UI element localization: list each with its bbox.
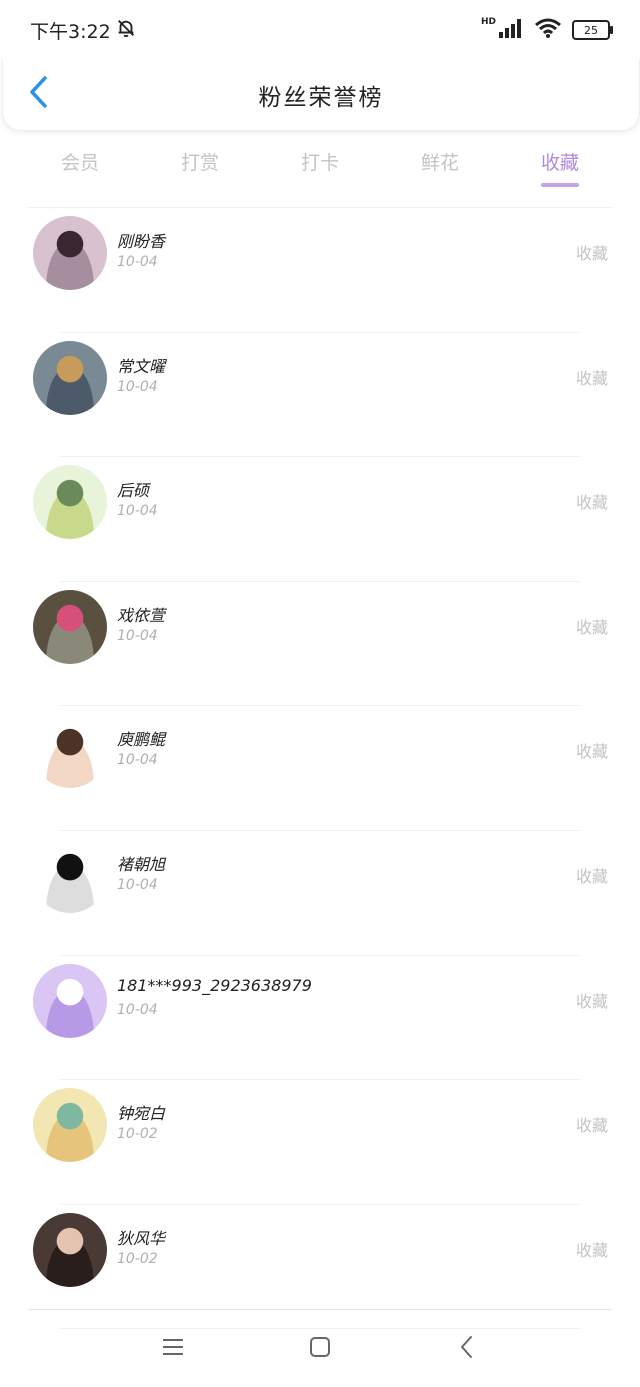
status-right: HD 25 [480, 17, 613, 42]
nav-back-button[interactable] [447, 1329, 487, 1369]
user-name: 常文曜 [117, 356, 166, 376]
favorite-date: 10-02 [117, 1250, 158, 1267]
tab-bar: 会员 打赏 打卡 鲜花 收藏 [0, 140, 640, 195]
user-name: 褚朝旭 [117, 854, 166, 874]
page-title: 粉丝荣誉榜 [258, 85, 384, 111]
header: 粉丝荣誉榜 [2, 60, 640, 131]
fan-list: 刚盼香 10-04 收藏 常文曜 10-04 收藏 后硕 10-04 收藏 戏依萱 10-04 收藏庾… [0, 208, 640, 1330]
tab-favorite[interactable]: 收藏 [510, 140, 610, 195]
avatar[interactable] [33, 963, 107, 1038]
favorite-label: 收藏 [575, 617, 608, 637]
mute-bell-icon [115, 17, 137, 44]
menu-icon [162, 1337, 184, 1361]
favorite-date: 10-04 [117, 378, 158, 395]
favorite-date: 10-04 [117, 254, 158, 270]
favorite-label: 收藏 [575, 244, 608, 263]
user-name: 庾鹏鲲 [117, 730, 166, 750]
list-item[interactable]: 褚朝旭 10-04 收藏 [0, 831, 640, 956]
system-nav-bar [0, 1310, 640, 1387]
favorite-label: 收藏 [575, 1240, 608, 1260]
chevron-left-icon [459, 1335, 475, 1363]
favorite-date: 10-04 [117, 503, 158, 520]
list-item[interactable]: 常文曜 10-04 收藏 [0, 333, 640, 458]
avatar[interactable] [33, 216, 107, 290]
wifi-icon [534, 18, 562, 42]
favorite-date: 10-04 [117, 627, 158, 644]
favorite-label: 收藏 [575, 866, 608, 886]
user-name: 钟宛白 [117, 1104, 166, 1124]
avatar[interactable] [33, 714, 107, 789]
avatar[interactable] [33, 340, 107, 415]
list-item[interactable]: 钟宛白 10-02 收藏 [0, 1080, 640, 1205]
list-item[interactable]: 庾鹏鲲 10-04 收藏 [0, 706, 640, 831]
battery-icon: 25 [572, 20, 613, 40]
favorite-date: 10-04 [117, 1001, 158, 1018]
avatar[interactable] [33, 838, 107, 913]
avatar[interactable] [33, 589, 107, 664]
list-item[interactable]: 181***993_2923638979 10-04 收藏 [0, 956, 640, 1081]
tab-flower[interactable]: 鲜花 [390, 140, 490, 195]
tab-checkin[interactable]: 打卡 [270, 140, 370, 195]
user-name: 181***993_2923638979 [117, 975, 312, 995]
battery-level: 25 [584, 23, 598, 37]
list-item[interactable]: 戏依萱 10-04 收藏 [0, 582, 640, 707]
list-item[interactable]: 刚盼香 10-04 收藏 [0, 208, 640, 333]
favorite-date: 10-02 [117, 1126, 158, 1143]
favorite-label: 收藏 [575, 1116, 608, 1136]
favorite-label: 收藏 [575, 368, 608, 388]
square-icon [309, 1336, 331, 1362]
avatar[interactable] [33, 1088, 107, 1163]
signal-icon [498, 18, 524, 42]
status-bar: 下午3:22 HD 25 [0, 0, 640, 60]
favorite-date: 10-04 [117, 752, 158, 769]
user-name: 刚盼香 [117, 232, 166, 251]
favorite-date: 10-04 [117, 876, 158, 893]
user-name: 狄风华 [117, 1228, 166, 1248]
list-item[interactable]: 后硕 10-04 收藏 [0, 457, 640, 582]
favorite-label: 收藏 [575, 742, 608, 762]
user-name: 戏依萱 [117, 605, 166, 625]
avatar[interactable] [33, 1212, 107, 1287]
menu-button[interactable] [153, 1329, 193, 1369]
home-button[interactable] [300, 1329, 340, 1369]
status-time: 下午3:22 [30, 20, 111, 43]
status-left: 下午3:22 [30, 17, 137, 44]
tab-member[interactable]: 会员 [30, 140, 130, 195]
avatar[interactable] [33, 465, 107, 540]
favorite-label: 收藏 [575, 991, 608, 1011]
user-name: 后硕 [117, 481, 150, 501]
hd-label: HD [480, 17, 496, 27]
tab-reward[interactable]: 打赏 [150, 140, 250, 195]
favorite-label: 收藏 [575, 493, 608, 513]
